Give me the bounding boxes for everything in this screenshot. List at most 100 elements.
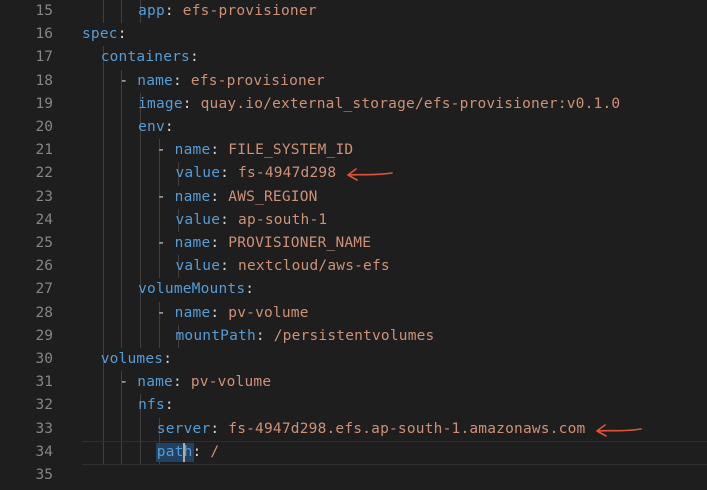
line-number: 35	[35, 467, 53, 483]
code-line[interactable]: 16 spec:	[0, 23, 707, 46]
code-text[interactable]: env:	[138, 116, 174, 139]
code-text[interactable]: - name: efs-provisioner	[119, 70, 324, 93]
line-number: 31	[35, 374, 53, 391]
code-text[interactable]: value: nextcloud/aws-efs	[176, 255, 390, 278]
code-text[interactable]: - name: AWS_REGION	[157, 186, 318, 209]
yaml-value: pv-volume	[228, 304, 309, 321]
yaml-key: name	[174, 142, 211, 159]
line-number: 23	[35, 188, 53, 205]
list-dash: -	[156, 188, 175, 205]
code-text[interactable]: path: /	[157, 441, 220, 464]
line-number: 29	[35, 327, 53, 344]
yaml-colon: :	[173, 72, 182, 89]
code-text[interactable]: - name: pv-volume	[119, 371, 271, 394]
line-number: 30	[35, 351, 53, 367]
line-number: 34	[35, 443, 53, 460]
yaml-value: efs-provisioner	[182, 3, 317, 19]
yaml-value: fs-4947d298	[238, 165, 337, 182]
code-text[interactable]: nfs:	[138, 394, 174, 417]
yaml-colon: :	[220, 211, 230, 228]
yaml-colon: :	[192, 443, 202, 460]
yaml-key: value	[175, 165, 221, 182]
code-text[interactable]: - name: pv-volume	[157, 302, 309, 325]
yaml-key: volumes	[100, 351, 164, 367]
list-dash: -	[156, 304, 175, 321]
line-number: 15	[35, 3, 53, 19]
yaml-value: PROVISIONER_NAME	[228, 235, 372, 251]
yaml-key: app	[138, 3, 165, 19]
code-line[interactable]: 26 value: nextcloud/aws-efs	[0, 255, 707, 278]
line-number: 24	[35, 211, 53, 228]
yaml-colon: :	[220, 258, 230, 275]
yaml-key: value	[175, 211, 221, 228]
yaml-colon: :	[173, 374, 182, 391]
line-number: 26	[35, 258, 53, 275]
yaml-colon: :	[117, 26, 127, 43]
yaml-colon: :	[210, 188, 220, 205]
yaml-colon: :	[210, 304, 220, 321]
yaml-colon: :	[164, 119, 174, 135]
yaml-colon: :	[210, 142, 220, 159]
list-dash: -	[119, 374, 138, 391]
code-line[interactable]: 27 volumeMounts:	[0, 278, 707, 301]
code-line[interactable]: 34 path: /	[0, 440, 707, 465]
yaml-key: name	[174, 235, 211, 251]
yaml-key: env	[138, 119, 165, 135]
yaml-colon: :	[210, 420, 220, 437]
yaml-key: name	[174, 304, 211, 321]
text-cursor	[182, 442, 185, 462]
line-number: 33	[35, 420, 53, 437]
code-line[interactable]: 19 image: quay.io/external_storage/efs-pr…	[0, 93, 707, 116]
code-text[interactable]: - name: PROVISIONER_NAME	[157, 232, 371, 255]
code-line[interactable]: 17 containers:	[0, 46, 707, 69]
yaml-key: spec	[82, 26, 118, 43]
yaml-colon: :	[245, 281, 255, 298]
code-editor[interactable]: 15 app: efs-provisioner 16 spec: 17 container…	[0, 0, 707, 490]
code-text[interactable]: containers:	[101, 46, 199, 69]
code-line[interactable]: 23 - name: AWS_REGION	[0, 186, 707, 209]
yaml-colon: :	[220, 165, 230, 182]
code-text[interactable]: image: quay.io/external_storage/efs-prov…	[138, 93, 620, 116]
line-number: 22	[35, 165, 53, 182]
line-number: 17	[35, 49, 53, 66]
code-line[interactable]: 18 - name: efs-provisioner	[0, 70, 707, 93]
code-text[interactable]: value: fs-4947d298	[176, 162, 337, 185]
code-text[interactable]: value: ap-south-1	[176, 209, 328, 232]
code-line[interactable]: 30 volumes:	[0, 348, 707, 371]
line-number: 16	[35, 26, 53, 43]
code-line[interactable]: 25 - name: PROVISIONER_NAME	[0, 232, 707, 255]
yaml-key: server	[156, 420, 211, 437]
code-text[interactable]: volumes:	[101, 348, 172, 371]
code-line[interactable]: 31 - name: pv-volume	[0, 371, 707, 394]
code-line[interactable]: 20 env:	[0, 116, 707, 139]
yaml-value: pv-volume	[190, 374, 272, 391]
line-number: 21	[35, 142, 53, 159]
yaml-value: ap-south-1	[238, 211, 328, 228]
yaml-colon: :	[190, 49, 199, 66]
list-dash: -	[119, 72, 138, 89]
list-dash: -	[156, 235, 175, 251]
line-number: 19	[35, 95, 53, 112]
yaml-value: /persistentvolumes	[273, 327, 435, 344]
code-text[interactable]: spec:	[82, 23, 127, 46]
line-number: 27	[35, 281, 53, 298]
code-line[interactable]: 32 nfs:	[0, 394, 707, 417]
code-line[interactable]: 29 mountPath: /persistentvolumes	[0, 325, 707, 348]
code-line[interactable]: 15 app: efs-provisioner	[0, 0, 707, 23]
code-text[interactable]: server: fs-4947d298.efs.ap-south-1.amazo…	[157, 418, 586, 441]
code-line[interactable]: 28 - name: pv-volume	[0, 302, 707, 325]
line-number: 18	[35, 72, 53, 89]
list-dash: -	[156, 142, 175, 159]
code-text[interactable]: - name: FILE_SYSTEM_ID	[157, 139, 354, 162]
yaml-colon: :	[164, 397, 174, 414]
code-line[interactable]: 35	[0, 464, 707, 487]
yaml-key: name	[137, 374, 173, 391]
code-text[interactable]: volumeMounts:	[138, 278, 254, 301]
code-text[interactable]: mountPath: /persistentvolumes	[176, 325, 435, 348]
hand-drawn-arrow-icon	[596, 423, 643, 437]
code-text[interactable]: app: efs-provisioner	[138, 0, 317, 23]
line-number: 25	[35, 235, 53, 251]
code-line[interactable]: 24 value: ap-south-1	[0, 209, 707, 232]
code-line[interactable]: 21 - name: FILE_SYSTEM_ID	[0, 139, 707, 162]
yaml-key: path	[156, 443, 193, 460]
